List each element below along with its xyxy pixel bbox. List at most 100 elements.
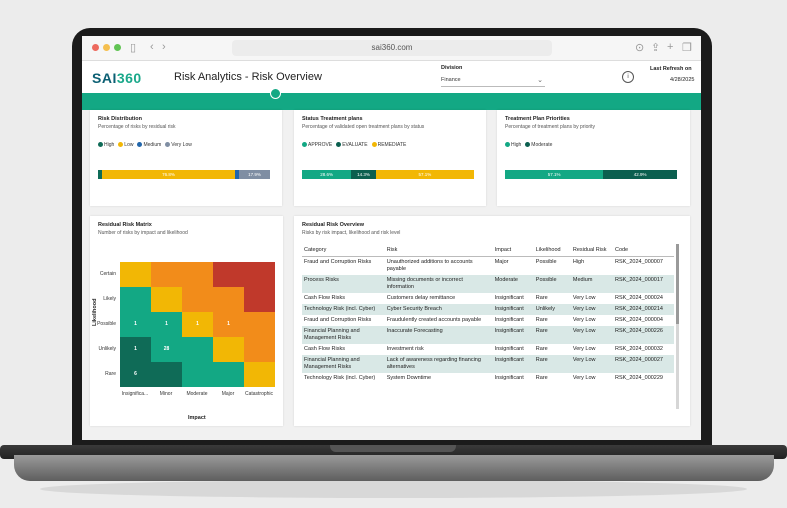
table-cell: Fraudulently created accounts payable [386,317,482,323]
card-title: Residual Risk Overview [302,222,365,228]
matrix-cell[interactable]: 28 [151,337,182,362]
table-row[interactable]: Fraud and Corruption Risks Fraudulently c… [302,315,674,326]
matrix-cell[interactable] [120,262,151,287]
column-header[interactable]: Category [302,244,385,257]
close-window-icon[interactable] [92,44,99,51]
bar-segment[interactable]: 57.1% [505,170,604,179]
table-cell: Moderate [492,275,534,293]
column-header[interactable]: Code [612,244,674,257]
legend-label: High [104,142,115,148]
matrix-cell[interactable] [213,337,244,362]
download-icon[interactable]: ⊙ [635,41,644,54]
table-row[interactable]: Cash Flow Risks Investment risk Insignific… [302,344,674,355]
stacked-bar[interactable]: 57.1% 42.9% [505,170,677,179]
legend-item[interactable]: High [98,142,114,148]
legend-swatch [98,142,103,147]
legend-item[interactable]: APPROVE [302,142,332,148]
forward-icon[interactable]: › [162,41,166,53]
column-header[interactable]: Risk [384,244,493,257]
legend-item[interactable]: REMEDIATE [371,142,406,148]
risk-distribution-card: Risk Distribution Percentage of risks by… [90,110,282,206]
legend-swatch [525,142,531,147]
table-cell: Unlikely [533,304,571,315]
bar-segment[interactable]: 14.3% [351,170,376,179]
matrix-cell[interactable] [151,262,182,287]
legend-item[interactable]: High [505,142,521,148]
legend-item[interactable]: Low [118,142,133,148]
page-title: Risk Analytics - Risk Overview [174,71,322,83]
legend-label: EVALUATE [342,142,368,148]
table-cell: Fraud and Corruption Risks [304,259,372,265]
table-cell: Lack of awareness regarding financing al… [384,355,493,373]
matrix-cell[interactable] [182,287,213,312]
table-row[interactable]: Cash Flow Risks Customers delay remittanc… [302,293,674,304]
address-bar[interactable]: sai360.com [232,40,552,56]
matrix-cell[interactable] [244,262,275,287]
legend-item[interactable]: Medium [137,142,161,148]
table-cell: Insignificant [492,304,534,315]
table-row[interactable]: Fraud and Corruption Risks Unauthorized a… [302,257,674,276]
sai360-logo[interactable]: SAI360 [92,70,142,86]
matrix-cell[interactable]: 6 [120,362,151,387]
matrix-cell[interactable] [151,362,182,387]
legend-label: APPROVE [308,142,333,148]
matrix-cell[interactable]: 1 [120,312,151,337]
header-band [82,93,701,110]
matrix-cell[interactable] [182,337,213,362]
table-cell: Insignificant [492,326,534,344]
table-row[interactable]: Technology Risk (incl. Cyber) System Down… [302,373,674,384]
matrix-cell[interactable] [182,262,213,287]
back-icon[interactable]: ‹ [150,41,154,53]
matrix-cell[interactable]: 1 [213,312,244,337]
matrix-cell[interactable] [213,262,244,287]
bar-segment[interactable]: 28.6% [302,170,352,179]
share-icon[interactable]: ⇪ [651,41,660,54]
minimize-window-icon[interactable] [103,44,110,51]
matrix-cell[interactable] [244,362,275,387]
bar-segment[interactable]: 57.1% [375,170,474,179]
laptop-shadow [40,480,747,498]
column-header[interactable]: Residual Risk [570,244,613,257]
table-cell: RSK_2024_000229 [614,375,663,381]
matrix-cell[interactable] [244,312,275,337]
maximize-window-icon[interactable] [114,44,121,51]
table-cell: Medium [570,275,613,293]
matrix-cell[interactable] [213,362,244,387]
table-row[interactable]: Financial Planning and Management Risks I… [302,326,674,344]
matrix-cell[interactable] [244,287,275,312]
table-row[interactable]: Financial Planning and Management Risks L… [302,355,674,373]
table-row[interactable]: Technology Risk (incl. Cyber) Cyber Secur… [302,304,674,315]
matrix-cell[interactable]: 1 [151,312,182,337]
legend-item[interactable]: Moderate [525,142,552,148]
risk-table: Category Risk Impact Likelihood Residual Ris… [302,244,674,384]
division-select[interactable]: Finance ⌄ [441,75,545,87]
legend-item[interactable]: Very Low [165,142,192,148]
refresh-date: 4/28/2025 [670,77,695,83]
card-subtitle: Percentage of treatment plans by priorit… [505,124,596,130]
matrix-cell[interactable] [213,287,244,312]
stacked-bar[interactable]: 76.8% 17.9% [98,170,270,179]
legend-item[interactable]: EVALUATE [336,142,368,148]
matrix-cell[interactable] [244,337,275,362]
table-scrollbar-thumb[interactable] [676,244,679,324]
bar-segment[interactable]: 17.9% [239,170,270,179]
bar-segment[interactable]: 42.9% [603,170,677,179]
sidebar-toggle-icon[interactable]: ▯ [130,41,136,54]
matrix-cell[interactable] [120,287,151,312]
bar-segment[interactable]: 76.8% [102,170,235,179]
stacked-bar[interactable]: 28.6% 14.3% 57.1% [302,170,474,179]
table-row[interactable]: Process Risks Missing documents or incorr… [302,275,674,293]
matrix-cell[interactable] [151,287,182,312]
matrix-cell[interactable] [182,362,213,387]
logo-accent: 360 [116,70,142,86]
new-tab-icon[interactable]: + [667,41,673,53]
column-header[interactable]: Likelihood [533,244,571,257]
matrix-cell[interactable]: 1 [120,337,151,362]
tabs-overview-icon[interactable]: ❐ [682,41,692,54]
matrix-cell[interactable]: 1 [182,312,213,337]
table-cell: Financial Planning and Management Risks [302,355,385,373]
info-icon[interactable]: i [622,71,634,83]
legend-label: Medium [143,142,162,148]
column-header[interactable]: Impact [492,244,534,257]
matrix-col-label: Moderate [186,391,208,397]
